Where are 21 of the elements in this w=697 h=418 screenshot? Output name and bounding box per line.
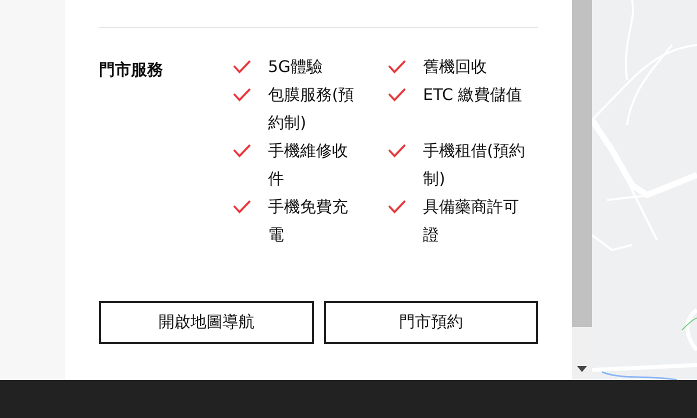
service-item: ETC 繳費儲值	[423, 84, 524, 106]
service-item: 包膜服務(預約制)	[268, 84, 356, 134]
check-icon	[388, 200, 406, 214]
check-icon	[388, 144, 406, 158]
check-icon	[233, 200, 251, 214]
check-icon	[388, 88, 406, 102]
service-item: 手機租借(預約制)	[423, 140, 526, 190]
map-navigation-button[interactable]: 開啟地圖導航	[99, 301, 314, 344]
service-item: 手機免費充電	[268, 196, 349, 246]
check-icon	[388, 60, 406, 74]
check-icon	[233, 88, 251, 102]
scroll-down-icon[interactable]	[577, 366, 587, 372]
scrollbar-thumb[interactable]	[572, 0, 592, 327]
service-item: 手機維修收件	[268, 140, 349, 190]
check-icon	[233, 60, 251, 74]
section-label: 門市服務	[99, 59, 164, 81]
service-item: 具備藥商許可證	[423, 196, 520, 246]
check-icon	[233, 144, 251, 158]
reservation-button[interactable]: 門市預約	[324, 301, 538, 344]
service-item: 5G體驗	[268, 56, 324, 78]
service-item: 舊機回收	[423, 56, 488, 78]
